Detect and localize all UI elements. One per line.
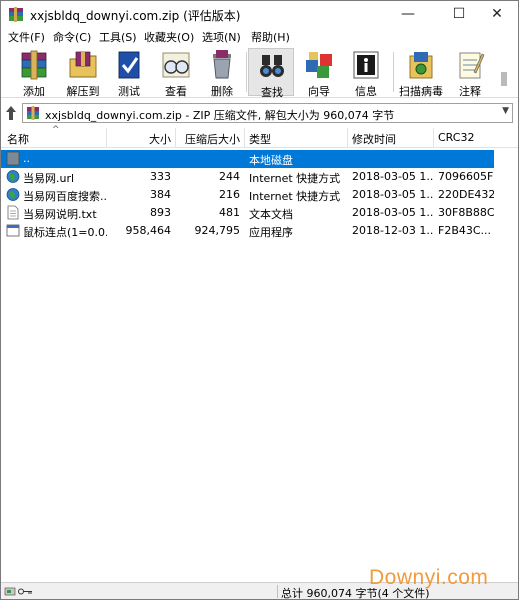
delete-button[interactable]: 删除 bbox=[199, 48, 245, 98]
address-field[interactable]: xxjsbldq_downyi.com.zip - ZIP 压缩文件, 解包大小… bbox=[22, 103, 513, 123]
file-type: 本地磁盘 bbox=[249, 154, 293, 167]
file-name: 当易网百度搜索... bbox=[23, 190, 107, 203]
column-name[interactable]: 名称 bbox=[7, 131, 29, 147]
comment-label: 注释 bbox=[459, 85, 481, 98]
up-folder-icon[interactable] bbox=[5, 105, 17, 121]
zip-archive-icon bbox=[27, 106, 39, 120]
table-row[interactable]: 当易网.url 333 244 Internet 快捷方式 2018-03-05… bbox=[1, 168, 494, 186]
info-icon bbox=[353, 51, 379, 79]
file-packed: 216 bbox=[219, 188, 240, 201]
table-row[interactable]: 当易网说明.txt 893 481 文本文档 2018-03-05 1... 3… bbox=[1, 204, 494, 222]
menu-bar: 文件(F) 命令(C) 工具(S) 收藏夹(O) 选项(N) 帮助(H) bbox=[1, 28, 518, 45]
wand-icon bbox=[306, 52, 332, 78]
column-crc[interactable]: CRC32 bbox=[438, 131, 474, 144]
column-divider[interactable] bbox=[347, 128, 348, 148]
file-name: .. bbox=[23, 152, 30, 165]
winrar-app-icon bbox=[9, 7, 23, 22]
file-size: 958,464 bbox=[125, 224, 172, 237]
table-row[interactable]: 当易网百度搜索... 384 216 Internet 快捷方式 2018-03… bbox=[1, 186, 494, 204]
minimize-button[interactable]: — bbox=[386, 1, 430, 28]
file-size: 893 bbox=[150, 206, 171, 219]
drive-key-icon[interactable] bbox=[4, 586, 34, 597]
app-window-icon bbox=[6, 224, 20, 237]
menu-favorites[interactable]: 收藏夹(O) bbox=[144, 29, 194, 45]
table-row[interactable]: 鼠标连点(1=0.0... 958,464 924,795 应用程序 2018-… bbox=[1, 222, 494, 240]
comment-button[interactable]: 注释 bbox=[447, 48, 493, 98]
window-title: xxjsbldq_downyi.com.zip (评估版本) bbox=[30, 9, 241, 23]
text-file-icon bbox=[7, 205, 19, 220]
column-modified[interactable]: 修改时间 bbox=[352, 131, 396, 147]
find-button[interactable]: 查找 bbox=[248, 48, 294, 99]
watermark-logo: Downyi.com bbox=[369, 566, 489, 589]
column-size[interactable]: 大小 bbox=[141, 131, 171, 147]
info-button[interactable]: 信息 bbox=[343, 48, 389, 98]
file-crc: 220DE432 bbox=[438, 188, 494, 201]
address-text: xxjsbldq_downyi.com.zip - ZIP 压缩文件, 解包大小… bbox=[45, 109, 395, 122]
column-divider[interactable] bbox=[106, 128, 107, 148]
notepad-icon bbox=[459, 52, 485, 79]
toolbar-overflow-button[interactable] bbox=[495, 48, 517, 96]
binoculars-icon bbox=[260, 55, 284, 77]
column-divider[interactable] bbox=[244, 128, 245, 148]
winrar-window: xxjsbldq_downyi.com.zip (评估版本) — ☐ ✕ 文件(… bbox=[0, 0, 519, 600]
menu-options[interactable]: 选项(N) bbox=[202, 29, 241, 45]
file-type: Internet 快捷方式 bbox=[249, 190, 341, 203]
title-bar: xxjsbldq_downyi.com.zip (评估版本) — ☐ ✕ bbox=[1, 1, 518, 28]
column-header: 名称 ^ 大小 压缩后大小 类型 修改时间 CRC32 bbox=[1, 125, 518, 148]
close-button[interactable]: ✕ bbox=[475, 1, 519, 28]
virus-scan-icon bbox=[409, 52, 433, 79]
file-size: 333 bbox=[150, 170, 171, 183]
file-modified: 2018-03-05 1... bbox=[352, 170, 434, 183]
address-bar: xxjsbldq_downyi.com.zip - ZIP 压缩文件, 解包大小… bbox=[1, 99, 518, 127]
folder-extract-icon bbox=[69, 51, 97, 78]
file-type: 文本文档 bbox=[249, 208, 293, 221]
parent-folder-icon bbox=[6, 151, 20, 166]
column-type[interactable]: 类型 bbox=[249, 131, 271, 147]
file-crc: 30F8B88C bbox=[438, 206, 494, 219]
scan-virus-button[interactable]: 扫描病毒 bbox=[398, 48, 444, 98]
column-divider[interactable] bbox=[175, 128, 176, 148]
globe-icon bbox=[6, 170, 20, 183]
file-modified: 2018-03-05 1... bbox=[352, 206, 434, 219]
file-crc: 7096605F bbox=[438, 170, 494, 183]
globe-icon bbox=[6, 188, 20, 201]
file-list: 名称 ^ 大小 压缩后大小 类型 修改时间 CRC32 .. 本地磁盘 当易网.… bbox=[1, 125, 518, 582]
file-packed: 924,795 bbox=[194, 224, 241, 237]
file-name: 当易网说明.txt bbox=[23, 208, 97, 221]
file-type: 应用程序 bbox=[249, 226, 293, 239]
file-modified: 2018-12-03 1... bbox=[352, 224, 434, 237]
table-row-parent[interactable]: .. 本地磁盘 bbox=[1, 150, 494, 168]
file-packed: 244 bbox=[219, 170, 240, 183]
add-button[interactable]: 添加 bbox=[11, 48, 57, 98]
file-modified: 2018-03-05 1... bbox=[352, 188, 434, 201]
menu-commands[interactable]: 命令(C) bbox=[53, 29, 91, 45]
glasses-icon bbox=[162, 52, 190, 78]
menu-tools[interactable]: 工具(S) bbox=[99, 29, 137, 45]
menu-help[interactable]: 帮助(H) bbox=[251, 29, 290, 45]
chevron-down-icon[interactable]: ▼ bbox=[502, 106, 509, 116]
column-packed[interactable]: 压缩后大小 bbox=[178, 131, 240, 147]
info-label: 信息 bbox=[355, 85, 377, 98]
status-separator bbox=[277, 585, 278, 598]
column-divider[interactable] bbox=[433, 128, 434, 148]
wizard-button[interactable]: 向导 bbox=[296, 48, 342, 98]
file-type: Internet 快捷方式 bbox=[249, 172, 341, 185]
archive-books-icon bbox=[21, 50, 47, 80]
file-crc: F2B43C... bbox=[438, 224, 492, 237]
toolbar: 添加 解压到 测试 查看 删除 查找 向导 信息 扫描病毒 注释 bbox=[1, 46, 518, 99]
file-name: 鼠标连点(1=0.0... bbox=[23, 226, 107, 239]
file-name: 当易网.url bbox=[23, 172, 75, 185]
test-button[interactable]: 测试 bbox=[106, 48, 152, 98]
trash-icon bbox=[213, 50, 231, 79]
sort-up-icon: ^ bbox=[52, 125, 60, 135]
file-size: 384 bbox=[150, 188, 171, 201]
menu-file[interactable]: 文件(F) bbox=[8, 29, 45, 45]
partial-tool-icon bbox=[501, 72, 507, 86]
book-check-icon bbox=[118, 51, 140, 79]
file-packed: 481 bbox=[219, 206, 240, 219]
